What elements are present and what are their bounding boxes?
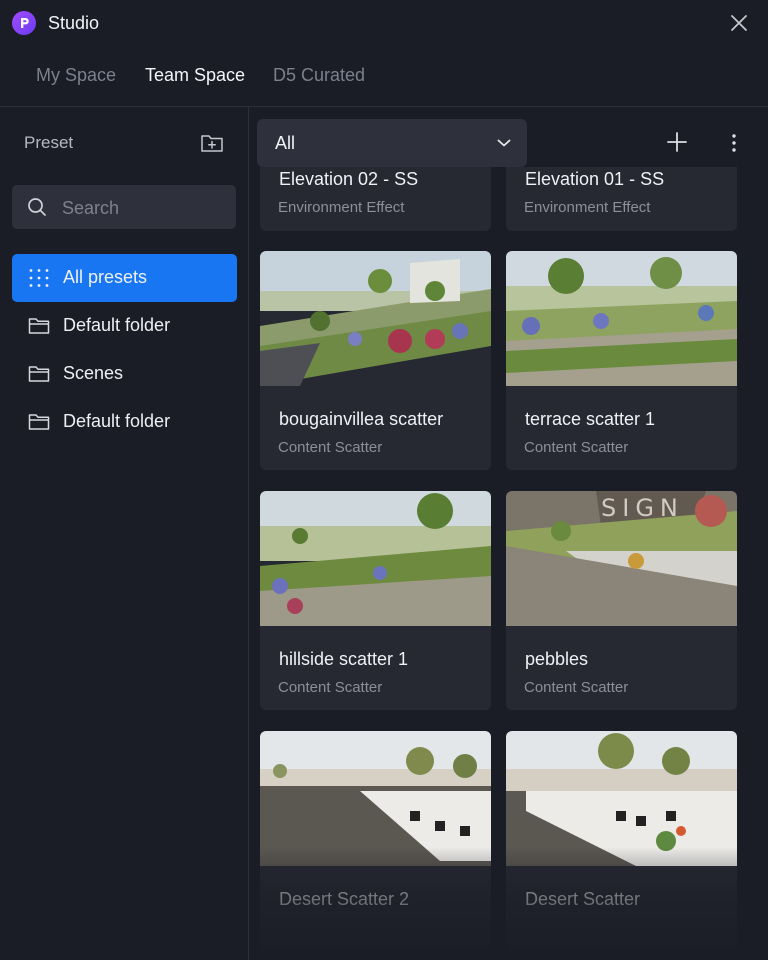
folder-icon xyxy=(28,366,50,382)
tab-d5-curated[interactable]: D5 Curated xyxy=(273,65,365,86)
preset-category: Content Scatter xyxy=(524,439,629,456)
sidebar-item-default-folder-2[interactable]: Default folder xyxy=(12,398,237,446)
search-icon xyxy=(28,198,46,216)
sidebar: Preset All presets Default folder xyxy=(0,107,248,960)
close-icon xyxy=(731,15,747,31)
folder-icon xyxy=(28,318,50,334)
category-filter-dropdown[interactable]: All xyxy=(257,119,527,167)
preset-thumbnail xyxy=(506,251,737,386)
chevron-down-icon xyxy=(497,139,511,147)
sidebar-item-default-folder[interactable]: Default folder xyxy=(12,302,237,350)
sidebar-item-label: Scenes xyxy=(63,363,124,383)
close-button[interactable] xyxy=(728,12,750,34)
tab-my-space[interactable]: My Space xyxy=(36,65,116,86)
studio-logo-icon xyxy=(12,11,36,35)
preset-name: Desert Scatter 2 xyxy=(279,889,410,909)
folder-icon xyxy=(28,414,50,430)
new-folder-button[interactable] xyxy=(200,132,224,154)
search-box xyxy=(12,185,236,231)
new-folder-icon xyxy=(201,135,223,152)
preset-card[interactable]: Desert Scatter 2 xyxy=(260,731,491,950)
preset-card[interactable]: terrace scatter 1 Content Scatter xyxy=(506,251,737,470)
sidebar-item-label: All presets xyxy=(63,267,148,287)
preset-name: pebbles xyxy=(525,649,589,669)
app-title: Studio xyxy=(48,13,100,33)
preset-grid-area: All Elevation 02 - SS Environment Effect… xyxy=(249,107,768,960)
preset-card[interactable]: bougainvillea scatter Content Scatter xyxy=(260,251,491,470)
add-preset-button[interactable] xyxy=(667,132,687,152)
preset-category: Environment Effect xyxy=(524,199,651,216)
sidebar-title: Preset xyxy=(24,133,74,152)
preset-card[interactable]: SIGN pebbles Content Scatter xyxy=(506,491,737,710)
preset-name: Elevation 02 - SS xyxy=(279,169,419,189)
grid-dots-icon xyxy=(29,269,49,287)
preset-name: bougainvillea scatter xyxy=(279,409,444,429)
preset-category: Content Scatter xyxy=(278,439,383,456)
preset-thumbnail xyxy=(260,491,491,626)
preset-thumbnail xyxy=(506,731,737,866)
space-tabs: My Space Team Space D5 Curated xyxy=(0,60,768,100)
more-vertical-icon xyxy=(732,134,736,152)
plus-icon xyxy=(667,132,687,152)
sidebar-item-all-presets[interactable]: All presets xyxy=(12,254,237,302)
preset-category: Content Scatter xyxy=(278,679,383,696)
preset-card[interactable]: Desert Scatter xyxy=(506,731,737,950)
preset-thumbnail: SIGN xyxy=(506,491,737,626)
sidebar-item-label: Default folder xyxy=(63,315,171,335)
preset-category: Environment Effect xyxy=(278,199,405,216)
preset-category: Content Scatter xyxy=(524,679,629,696)
sidebar-item-scenes[interactable]: Scenes xyxy=(12,350,237,398)
preset-name: Elevation 01 - SS xyxy=(525,169,665,189)
preset-name: terrace scatter 1 xyxy=(525,409,656,429)
sidebar-item-label: Default folder xyxy=(63,411,171,431)
tab-team-space[interactable]: Team Space xyxy=(145,65,245,86)
title-bar: Studio xyxy=(0,0,768,46)
search-input[interactable] xyxy=(60,185,234,231)
preset-thumbnail xyxy=(260,731,491,866)
preset-name: Desert Scatter xyxy=(525,889,641,909)
filter-selected-value: All xyxy=(275,133,296,153)
preset-name: hillside scatter 1 xyxy=(279,649,409,669)
preset-thumbnail xyxy=(260,251,491,386)
preset-card[interactable]: hillside scatter 1 Content Scatter xyxy=(260,491,491,710)
more-options-button[interactable] xyxy=(724,132,744,154)
